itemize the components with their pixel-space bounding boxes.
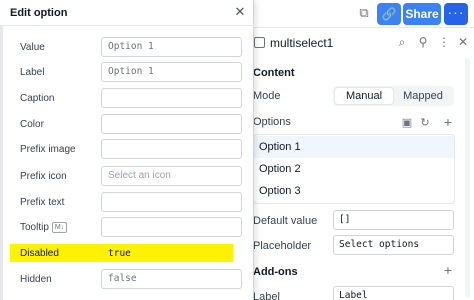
edit-option-modal: Edit option ✕ Value Option 1 Label Optio…: [0, 0, 254, 300]
add-addon-icon[interactable]: +: [442, 263, 454, 277]
label-row-label: Label: [253, 291, 280, 300]
close-icon[interactable]: ✕: [455, 34, 471, 50]
tooltip-input[interactable]: [101, 217, 242, 237]
link-icon: 🔗: [381, 7, 397, 21]
disabled-label: Disabled: [20, 248, 59, 259]
addons-section-title: Add-ons: [253, 266, 298, 278]
copy-link-button[interactable]: 🔗: [377, 3, 401, 25]
option-item[interactable]: Option 3: [254, 180, 454, 202]
prefix-image-input[interactable]: [101, 139, 242, 159]
value-input[interactable]: Option 1: [101, 37, 242, 57]
search-icon[interactable]: ⌕: [394, 34, 410, 50]
close-icon[interactable]: ✕: [233, 5, 247, 19]
preview-icon[interactable]: ⧉: [356, 5, 372, 21]
hidden-label: Hidden: [20, 274, 52, 285]
placeholder-label: Placeholder: [253, 240, 312, 252]
component-icon: [254, 37, 265, 48]
modal-left-edge: [0, 26, 3, 300]
mode-mapped-option[interactable]: Mapped: [394, 88, 452, 104]
component-name[interactable]: multiselect1: [270, 36, 333, 50]
pin-icon[interactable]: ⚲: [415, 34, 431, 50]
disabled-input[interactable]: true: [101, 244, 242, 264]
inspector-panel: multiselect1 ⌕ ⚲ ⋮ ✕ Content Mode Manual…: [247, 28, 474, 300]
prefix-icon-label: Prefix icon: [20, 171, 67, 182]
option-item[interactable]: Option 1: [254, 136, 454, 158]
label-row-input[interactable]: Label: [333, 286, 454, 300]
option-item[interactable]: Option 2: [254, 158, 454, 180]
label-label: Label: [20, 67, 45, 78]
caption-label: Caption: [20, 93, 55, 104]
share-button[interactable]: Share: [403, 3, 441, 25]
default-value-label: Default value: [253, 215, 318, 227]
prefix-text-label: Prefix text: [20, 197, 65, 208]
content-section-title: Content: [253, 67, 295, 79]
caption-input[interactable]: [101, 88, 242, 108]
placeholder-input[interactable]: Select options: [333, 235, 454, 255]
mode-label: Mode: [253, 90, 281, 102]
tooltip-label-text: Tooltip: [20, 222, 49, 234]
prefix-icon-select[interactable]: Select an icon: [101, 166, 242, 186]
modal-title: Edit option: [10, 7, 68, 19]
mode-manual-option[interactable]: Manual: [335, 88, 393, 104]
more-icon: ···: [447, 4, 465, 20]
more-options-button[interactable]: ···: [444, 3, 468, 25]
mode-toggle: Manual Mapped: [333, 86, 454, 106]
modal-divider: [0, 25, 254, 26]
wand-icon[interactable]: ↻: [419, 117, 431, 129]
options-label: Options: [253, 116, 291, 128]
color-input[interactable]: [101, 114, 242, 134]
options-list: Option 1 Option 2 Option 3: [253, 134, 455, 204]
default-value-input[interactable]: []: [333, 210, 454, 230]
clipboard-icon[interactable]: ▣: [401, 117, 413, 129]
value-label: Value: [20, 42, 45, 53]
inspector-header: multiselect1 ⌕ ⚲ ⋮ ✕: [247, 28, 474, 58]
hidden-input[interactable]: false: [101, 269, 242, 289]
add-option-icon[interactable]: +: [442, 115, 454, 129]
inspector-scrollbar[interactable]: [465, 58, 470, 298]
more-icon[interactable]: ⋮: [436, 34, 452, 50]
markdown-icon: M↓: [51, 222, 68, 233]
prefix-text-input[interactable]: [101, 192, 242, 212]
color-label: Color: [20, 119, 44, 130]
prefix-image-label: Prefix image: [20, 144, 76, 155]
tooltip-label: Tooltip M↓: [20, 222, 68, 234]
label-input[interactable]: Option 1: [101, 62, 242, 82]
